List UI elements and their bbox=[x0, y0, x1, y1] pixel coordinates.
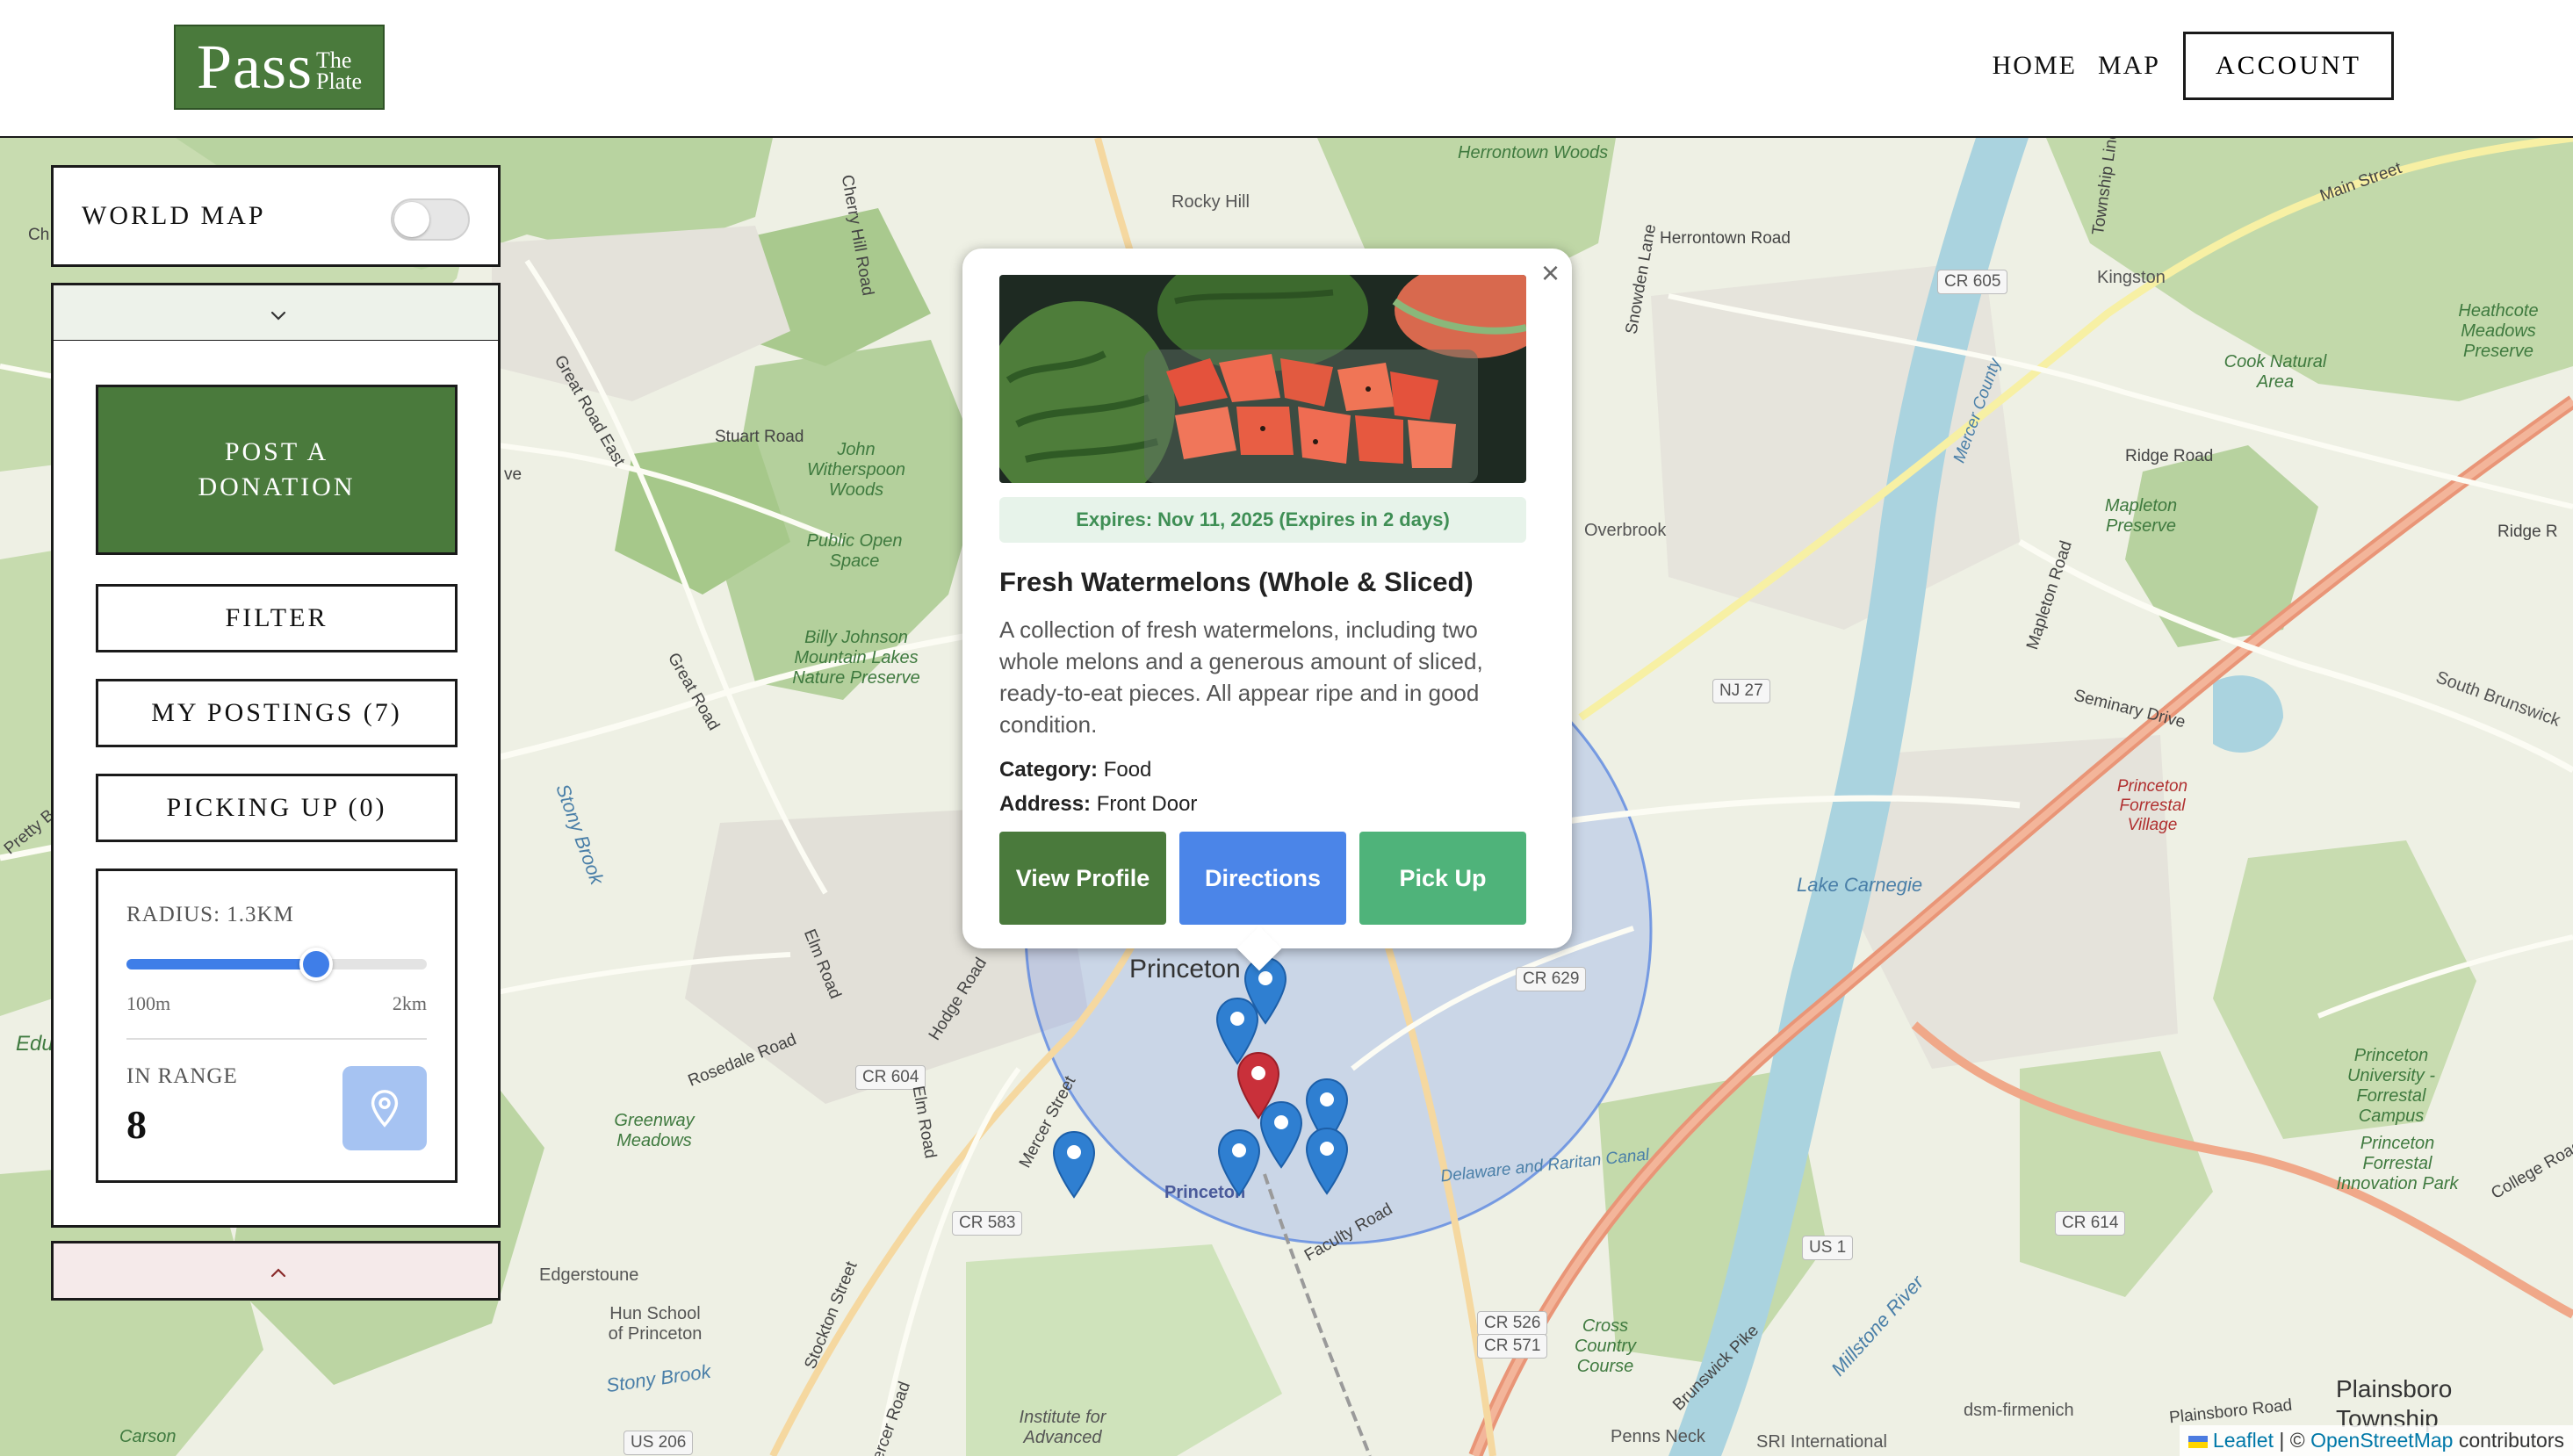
map-label-cr605: CR 605 bbox=[1937, 270, 2008, 294]
toggle-knob bbox=[394, 202, 429, 237]
world-map-toggle[interactable] bbox=[391, 198, 470, 241]
my-postings-button[interactable]: MY POSTINGS (7) bbox=[96, 679, 458, 747]
map-label-us206: US 206 bbox=[623, 1431, 694, 1455]
attribution-separator: | © bbox=[2279, 1429, 2305, 1452]
map-label-greenway-meadows: Greenway Meadows bbox=[614, 1111, 695, 1150]
map-label-herrontown-woods: Herrontown Woods bbox=[1458, 143, 1609, 162]
radius-slider-thumb[interactable] bbox=[299, 948, 333, 981]
map-label-mapleton-preserve: Mapleton Preserve bbox=[2104, 496, 2178, 536]
nav-map-link[interactable]: MAP bbox=[2098, 51, 2160, 81]
map-label-cr614: CR 614 bbox=[2055, 1211, 2126, 1236]
map-label-cook-natural: Cook Natural Area bbox=[2223, 352, 2327, 392]
pass-the-plate-logo[interactable]: Pass The Plate bbox=[174, 25, 385, 110]
directions-button[interactable]: Directions bbox=[1179, 832, 1346, 925]
map-marker[interactable] bbox=[1217, 1128, 1261, 1197]
view-profile-button[interactable]: View Profile bbox=[999, 832, 1166, 925]
world-map-toggle-card: WORLD MAP bbox=[51, 165, 501, 267]
radius-label: RADIUS: 1.3KM bbox=[126, 903, 294, 926]
sidebar-panel: POST A DONATION FILTER MY POSTINGS (7) P… bbox=[51, 341, 501, 1228]
radius-slider[interactable] bbox=[126, 948, 427, 981]
map-label-carson: Carson bbox=[119, 1427, 177, 1446]
donation-address: Address: Front Door bbox=[999, 792, 1197, 817]
map-label-cross-country: Cross Country Course bbox=[1574, 1316, 1637, 1376]
category-label: Category: bbox=[999, 758, 1099, 782]
map-label-kingston: Kingston bbox=[2097, 268, 2166, 287]
ukraine-flag-icon bbox=[2187, 1435, 2208, 1448]
address-label: Address: bbox=[999, 792, 1092, 816]
filter-button[interactable]: FILTER bbox=[96, 584, 458, 652]
location-pin-icon bbox=[371, 1090, 399, 1128]
map-label-hun-school: Hun School of Princeton bbox=[608, 1304, 703, 1344]
donation-title: Fresh Watermelons (Whole & Sliced) bbox=[999, 566, 1474, 597]
donation-photo bbox=[999, 275, 1526, 483]
map-marker[interactable] bbox=[1259, 1100, 1303, 1169]
donation-description: A collection of fresh watermelons, inclu… bbox=[999, 616, 1483, 738]
map-label-public-open-space: Public Open Space bbox=[806, 531, 903, 571]
collapse-panel-button[interactable] bbox=[51, 283, 501, 342]
chevron-up-icon bbox=[270, 1268, 286, 1278]
map-label-princeton: Princeton bbox=[1129, 955, 1241, 984]
in-range-label: IN RANGE bbox=[126, 1064, 238, 1088]
logo-word-pass: Pass bbox=[197, 32, 314, 102]
address-value: Front Door bbox=[1096, 792, 1198, 816]
map-label-us1: US 1 bbox=[1802, 1236, 1854, 1260]
logo-word-plate: Plate bbox=[316, 68, 362, 94]
attribution-contributors: contributors bbox=[2458, 1429, 2564, 1452]
map-label-cr583: CR 583 bbox=[952, 1211, 1023, 1236]
map-label-princeton-forrestal-innovation: Princeton Forrestal Innovation Park bbox=[2336, 1134, 2459, 1193]
radius-min-label: 100m bbox=[126, 992, 171, 1014]
map-label-herrontown-road: Herrontown Road bbox=[1660, 229, 1791, 248]
map-label-rocky-hill: Rocky Hill bbox=[1171, 192, 1250, 212]
map-label-nj27: NJ 27 bbox=[1712, 679, 1770, 703]
post-donation-button[interactable]: POST A DONATION bbox=[96, 385, 458, 555]
chevron-down-icon bbox=[270, 311, 286, 321]
map-label-john-witherspoon: John Witherspoon Woods bbox=[806, 440, 906, 500]
leaflet-link[interactable]: Leaflet bbox=[2213, 1429, 2274, 1452]
map-marker[interactable] bbox=[1052, 1130, 1096, 1199]
map-label-overbrook: Overbrook bbox=[1584, 521, 1667, 540]
map-label-billy-johnson: Billy Johnson Mountain Lakes Nature Pres… bbox=[792, 628, 920, 688]
account-button[interactable]: ACCOUNT bbox=[2183, 32, 2394, 100]
map-label-heathcote: Heathcote Meadows Preserve bbox=[2458, 301, 2539, 361]
map-label-dsm: dsm-firmenich bbox=[1964, 1401, 2074, 1420]
radius-divider bbox=[126, 1038, 427, 1040]
radius-slider-fill bbox=[126, 959, 316, 969]
radius-max-label: 2km bbox=[392, 992, 427, 1014]
map-label-princeton-university-forrestal: Princeton University - Forrestal Campus bbox=[2346, 1046, 2435, 1126]
openstreetmap-link[interactable]: OpenStreetMap bbox=[2310, 1429, 2453, 1452]
nav-home-link[interactable]: HOME bbox=[1993, 51, 2077, 81]
in-range-count: 8 bbox=[126, 1102, 147, 1147]
map-label-institute: Institute for Advanced bbox=[1019, 1408, 1106, 1447]
map-label-ve: ve bbox=[504, 465, 523, 484]
map-attribution: Leaflet | © OpenStreetMap contributors bbox=[2179, 1425, 2573, 1456]
map-marker[interactable] bbox=[1305, 1127, 1349, 1195]
map-label-lake-carnegie: Lake Carnegie bbox=[1797, 874, 1923, 896]
map-label-ridge-road: Ridge Road bbox=[2125, 447, 2214, 465]
close-icon[interactable]: × bbox=[1541, 256, 1560, 291]
world-map-label: WORLD MAP bbox=[82, 201, 266, 230]
expand-panel-button[interactable] bbox=[51, 1241, 501, 1301]
expiry-badge: Expires: Nov 11, 2025 (Expires in 2 days… bbox=[999, 497, 1526, 543]
map-label-penns-neck: Penns Neck bbox=[1611, 1427, 1705, 1446]
map-label-edgerstoune: Edgerstoune bbox=[539, 1265, 639, 1285]
main-nav: HOME MAP ACCOUNT bbox=[1993, 32, 2394, 100]
donation-category: Category: Food bbox=[999, 758, 1151, 782]
map-label-ridge-road-2: Ridge R bbox=[2497, 523, 2558, 541]
map-label-cr571: CR 571 bbox=[1477, 1334, 1548, 1359]
map-label-sri: SRI International bbox=[1756, 1432, 1887, 1452]
radius-card: RADIUS: 1.3KM 100m 2km IN RANGE 8 bbox=[96, 869, 458, 1183]
map-label-cr629: CR 629 bbox=[1516, 967, 1587, 991]
map-label-ch: Ch bbox=[28, 226, 50, 244]
donation-popup: × Expires: Nov 11, 2025 (Expires in 2 da… bbox=[962, 249, 1572, 971]
locate-me-button[interactable] bbox=[342, 1066, 427, 1150]
map-label-edu: Edu bbox=[16, 1032, 54, 1056]
pick-up-button[interactable]: Pick Up bbox=[1359, 832, 1526, 925]
picking-up-button[interactable]: PICKING UP (0) bbox=[96, 774, 458, 842]
top-header: Pass The Plate HOME MAP ACCOUNT bbox=[0, 0, 2573, 138]
map-label-cr526: CR 526 bbox=[1477, 1311, 1548, 1336]
category-value: Food bbox=[1103, 758, 1152, 782]
map-label-princeton-forrestal-village: Princeton Forrestal Village bbox=[2116, 777, 2188, 834]
